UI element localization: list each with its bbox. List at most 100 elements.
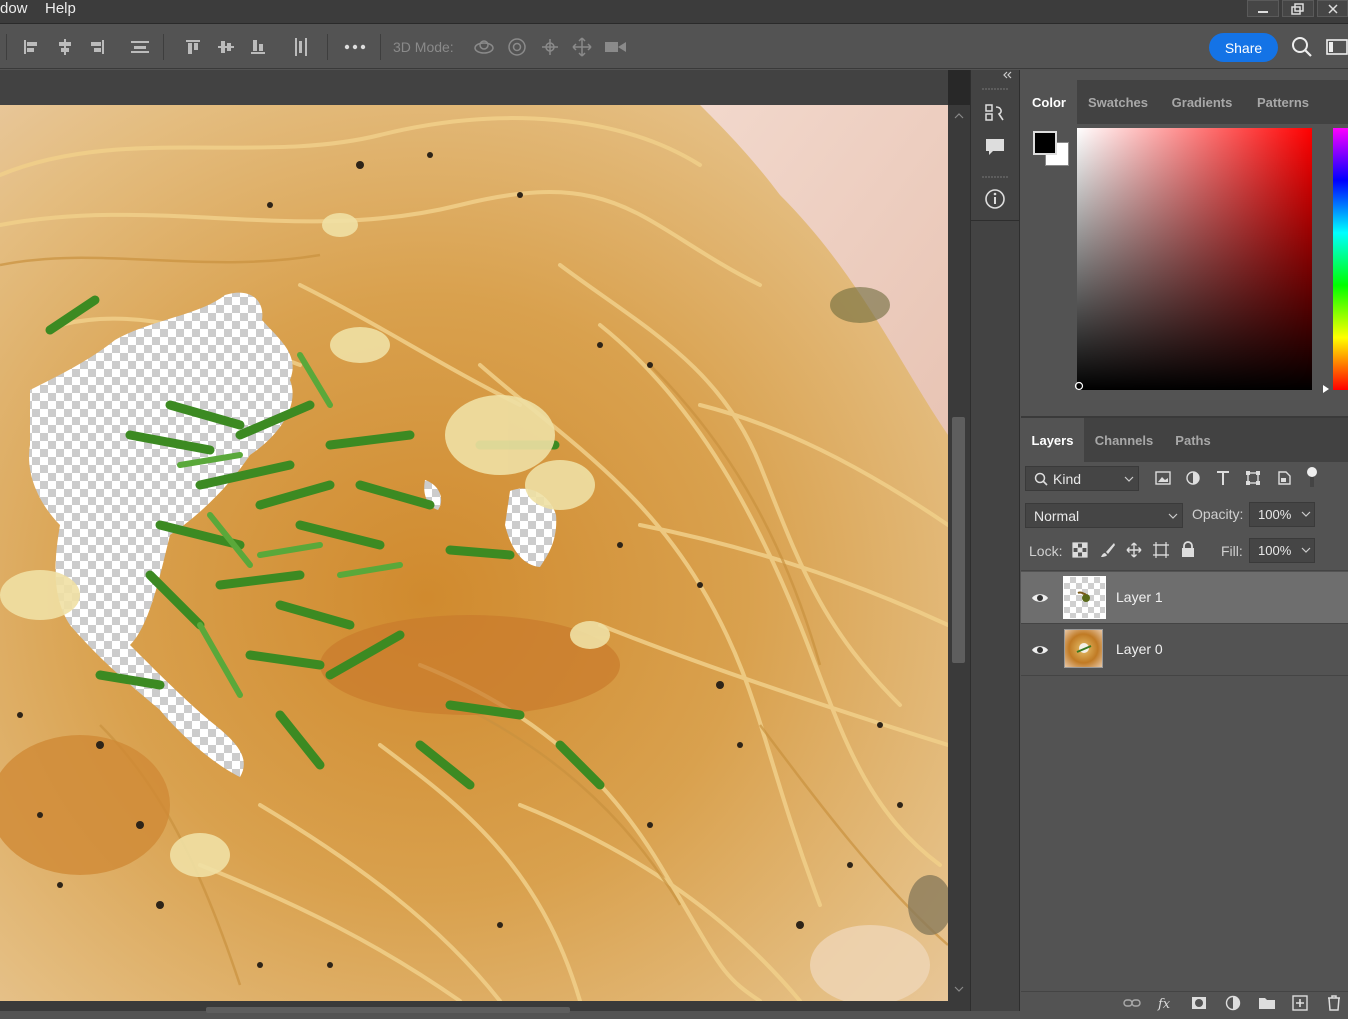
align-bottom-icon [251,40,265,54]
tab-color[interactable]: Color [1021,80,1077,124]
pasta-image [0,105,948,1001]
options-bar: 3D Mode: Share [0,24,1348,69]
layer-filter-value: Kind [1053,470,1082,487]
vertical-scrollbar[interactable] [948,105,970,1011]
orbit-3d-button[interactable] [473,36,495,58]
lock-all-icon[interactable] [1181,541,1195,558]
trash-icon[interactable] [1326,994,1342,1011]
pan-3d-button[interactable] [539,36,561,58]
adjustment-layer-icon[interactable] [1225,995,1241,1011]
fill-value: 100% [1258,543,1292,558]
tab-channels[interactable]: Channels [1084,418,1164,462]
eye-icon[interactable] [1031,589,1049,607]
document-canvas[interactable] [0,105,948,1001]
menu-help[interactable]: Help [45,0,76,17]
layer-thumbnail [1064,629,1103,668]
shape-filter-icon[interactable] [1245,470,1261,486]
align-right-button[interactable] [86,36,108,58]
lock-artboard-icon[interactable] [1153,542,1169,558]
eye-icon[interactable] [1031,641,1049,659]
new-layer-icon[interactable] [1292,995,1308,1011]
right-panel: Color Swatches Gradients Patterns Layers… [1021,70,1348,1011]
filter-toggle-icon[interactable] [1306,467,1318,489]
layer-thumbnail [1063,576,1106,619]
minimize-icon [1258,10,1268,13]
comment-button[interactable] [971,132,1019,162]
layer-row-layer-0[interactable]: Layer 0 [1021,624,1348,676]
lock-position-icon[interactable] [1126,542,1142,558]
layer-filter-select[interactable]: Kind [1025,466,1139,491]
chevron-down-icon [1301,511,1311,517]
more-button[interactable] [344,36,366,58]
separator [327,34,328,60]
hue-slider[interactable] [1333,128,1348,390]
align-left-button[interactable] [20,36,42,58]
foreground-color-swatch[interactable] [1033,131,1057,155]
pixel-filter-icon[interactable] [1155,470,1171,486]
close-icon [1327,3,1338,14]
svg-text:fx: fx [1157,997,1171,1011]
tab-paths[interactable]: Paths [1164,418,1222,462]
distribute-vertical-button[interactable] [290,36,312,58]
fx-icon[interactable]: fx [1157,995,1175,1011]
color-panel [1021,124,1348,416]
minimize-button[interactable] [1247,0,1279,17]
history-icon [985,104,1004,121]
adjustment-filter-icon[interactable] [1185,470,1201,486]
canvas-area [0,70,970,1013]
scrollbar-track [952,113,965,992]
menu-window[interactable]: dow [0,0,28,17]
search-icon [1034,472,1048,486]
align-top-button[interactable] [182,36,204,58]
blend-mode-select[interactable]: Normal [1025,503,1183,528]
close-button[interactable] [1317,0,1348,17]
align-right-icon [91,40,104,54]
smart-object-filter-icon[interactable] [1276,470,1292,486]
lock-label: Lock: [1029,543,1063,559]
distribute-button[interactable] [129,36,151,58]
link-layers-icon[interactable] [1123,996,1141,1010]
fill-dropdown[interactable] [1297,538,1315,563]
layer-row-layer-1[interactable]: Layer 1 [1021,572,1348,624]
info-button[interactable] [971,184,1019,214]
align-hcenter-button[interactable] [54,36,76,58]
new-group-icon[interactable] [1258,995,1276,1011]
roll-3d-button[interactable] [506,36,528,58]
chevron-down-icon [1301,547,1311,553]
collapse-icon[interactable] [1001,71,1013,79]
tab-gradients[interactable]: Gradients [1159,80,1245,124]
layers-bottom-bar: fx [1021,991,1348,1011]
scale-3d-button[interactable] [604,36,626,58]
distribute-vertical-icon [295,38,307,56]
align-top-icon [186,40,200,54]
chevron-down-icon [1124,476,1134,482]
divider [971,220,1019,221]
search-button[interactable] [1291,36,1313,58]
share-button[interactable]: Share [1209,33,1278,62]
color-field[interactable] [1077,128,1312,390]
tab-patterns[interactable]: Patterns [1245,80,1321,124]
separator [163,34,164,60]
info-icon [985,189,1005,209]
tab-layers[interactable]: Layers [1021,418,1084,462]
opacity-dropdown[interactable] [1297,502,1315,527]
horizontal-scrollbar[interactable] [0,1001,948,1013]
opacity-label: Opacity: [1192,506,1244,522]
workspace-button[interactable] [1326,36,1348,58]
lock-transparent-icon[interactable] [1072,542,1088,558]
history-button[interactable] [971,98,1019,128]
scrollbar-track [206,1007,570,1013]
grip-icon [982,88,1008,90]
tab-swatches[interactable]: Swatches [1077,80,1159,124]
align-vcenter-button[interactable] [215,36,237,58]
lock-pixels-icon[interactable] [1100,542,1116,558]
align-bottom-button[interactable] [247,36,269,58]
blend-mode-value: Normal [1034,507,1080,524]
roll-3d-icon [508,38,526,56]
type-filter-icon[interactable] [1215,470,1231,486]
slide-3d-icon [572,37,592,57]
slide-3d-button[interactable] [571,36,593,58]
restore-button[interactable] [1282,0,1314,17]
align-vcenter-icon [218,41,234,53]
add-mask-icon[interactable] [1191,995,1207,1011]
